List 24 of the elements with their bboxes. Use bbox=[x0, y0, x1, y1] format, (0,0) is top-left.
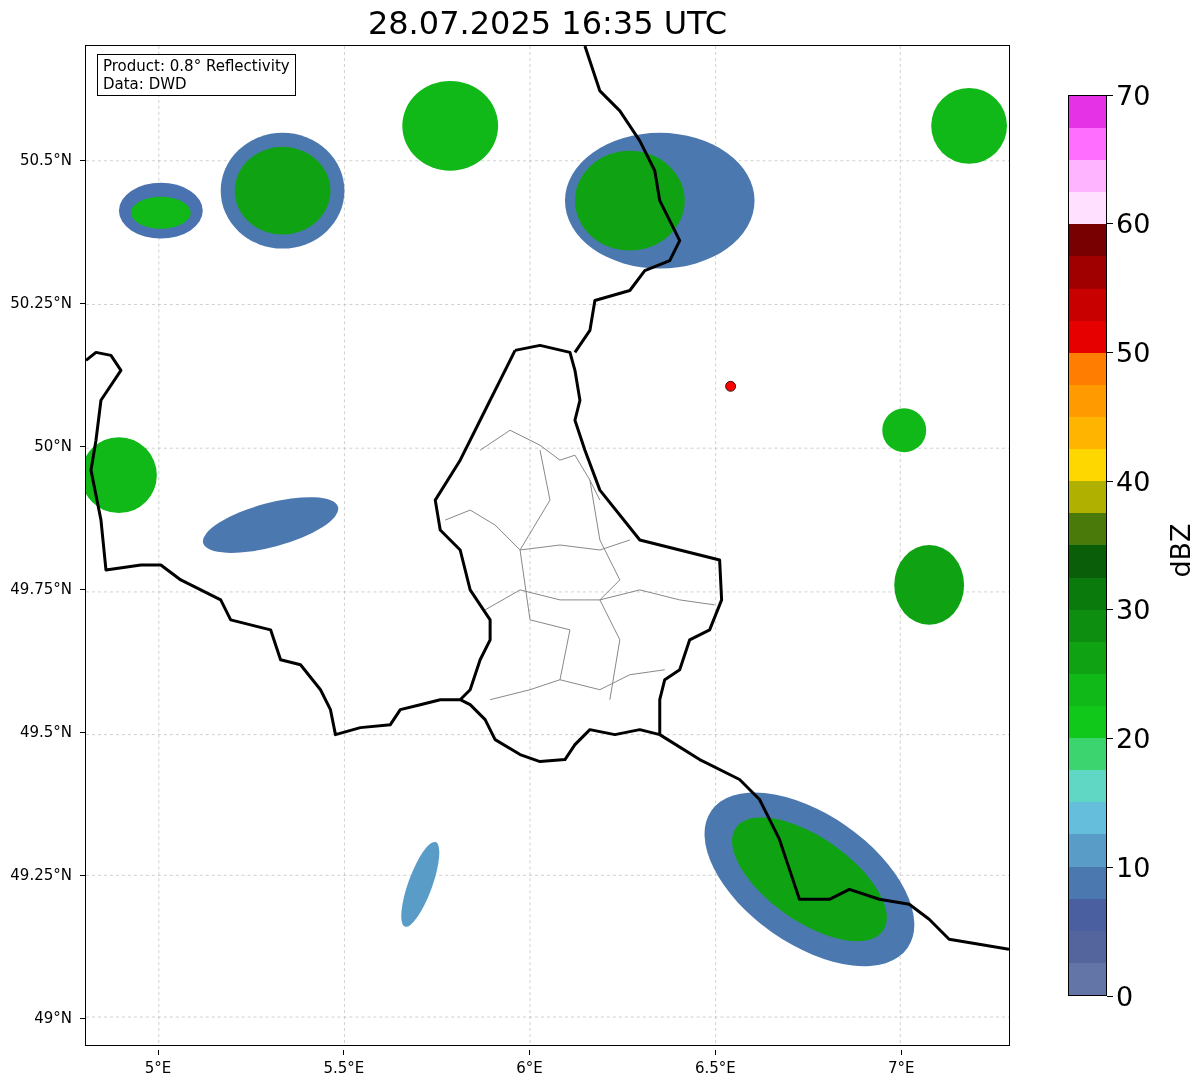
colorbar-tick-label: 60 bbox=[1116, 210, 1151, 238]
y-tick-label: 50°N bbox=[34, 435, 72, 457]
x-tick-label: 7°E bbox=[887, 1058, 915, 1079]
colorbar-label: dBZ bbox=[1166, 522, 1194, 578]
y-tick-label: 49.25°N bbox=[10, 864, 72, 886]
x-tick-label: 6.5°E bbox=[694, 1058, 736, 1079]
x-tick-label: 5.5°E bbox=[323, 1058, 365, 1079]
y-tick-label: 49.5°N bbox=[19, 721, 72, 743]
x-tick-label: 5°E bbox=[144, 1058, 172, 1079]
y-tick-label: 50.5°N bbox=[19, 149, 72, 171]
y-tick-label: 49°N bbox=[34, 1007, 72, 1029]
colorbar-tick-label: 40 bbox=[1116, 467, 1151, 495]
legend-text: Product: 0.8° Reflectivity bbox=[103, 57, 290, 75]
colorbar-tick-label: 50 bbox=[1116, 338, 1151, 366]
chart-title: 28.07.2025 16:35 UTC bbox=[367, 6, 728, 39]
y-tick-label: 50.25°N bbox=[10, 292, 72, 314]
colorbar-tick-label: 30 bbox=[1116, 596, 1151, 624]
x-tick-label: 6°E bbox=[516, 1058, 543, 1079]
y-tick-label: 49.75°N bbox=[10, 578, 72, 600]
colorbar-tick-label: 70 bbox=[1116, 81, 1151, 109]
colorbar-tick-label: 20 bbox=[1116, 725, 1151, 753]
legend-text: Data: DWD bbox=[103, 75, 188, 93]
colorbar-tick-label: 0 bbox=[1116, 982, 1134, 1010]
colorbar-tick-label: 10 bbox=[1116, 853, 1151, 881]
